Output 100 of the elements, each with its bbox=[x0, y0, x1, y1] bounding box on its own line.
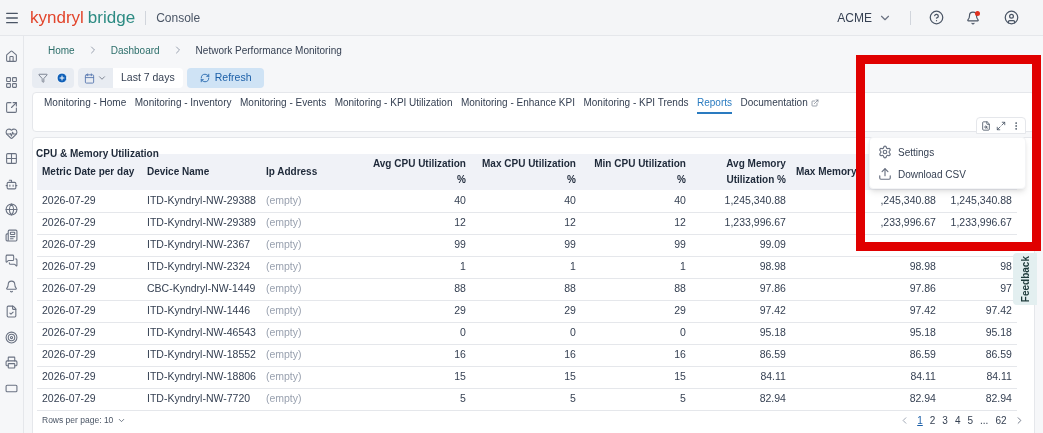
bell-icon[interactable] bbox=[5, 279, 18, 293]
table-cell: 2026-07-29 bbox=[42, 260, 96, 273]
table-cell: 29 bbox=[454, 304, 466, 317]
table-cell: 97.42 bbox=[985, 304, 1012, 317]
table-cell: (empty) bbox=[265, 216, 302, 229]
table-cell: 1,245,340.88 bbox=[724, 193, 786, 206]
table-cell: 97.86 bbox=[909, 282, 936, 295]
table-cell: ITD-Kyndryl-NW-29388 bbox=[147, 193, 256, 206]
table-cell: 1,245,340.88 bbox=[950, 193, 1012, 206]
preview-icon[interactable] bbox=[981, 120, 991, 131]
tab[interactable]: Monitoring - Home bbox=[44, 95, 127, 114]
table-cell: 2026-07-29 bbox=[42, 238, 96, 251]
page-button[interactable]: 5 bbox=[963, 413, 977, 428]
document-icon[interactable] bbox=[5, 228, 18, 242]
table-cell: (empty) bbox=[265, 326, 302, 339]
heart-icon[interactable] bbox=[5, 126, 18, 140]
table-cell: 15 bbox=[674, 370, 686, 383]
table-cell: 5 bbox=[570, 392, 576, 405]
table-title: CPU & Memory Utilization bbox=[36, 148, 159, 159]
breadcrumb-link[interactable]: Dashboard bbox=[110, 42, 160, 58]
table-cell: 86.59 bbox=[909, 348, 936, 361]
home-icon[interactable] bbox=[5, 50, 18, 63]
table-cell: (empty) bbox=[265, 238, 302, 251]
expand-icon[interactable] bbox=[996, 120, 1006, 131]
help-icon[interactable] bbox=[929, 10, 944, 25]
tab[interactable]: Monitoring - Events bbox=[240, 95, 327, 114]
date-range-picker[interactable]: Last 7 days bbox=[78, 68, 183, 88]
table-cell: ITD-Kyndryl-NW-2324 bbox=[147, 260, 251, 273]
column-header: Avg CPU Utilization % bbox=[372, 158, 466, 185]
user-icon[interactable] bbox=[1004, 10, 1019, 25]
table-cell: 2026-07-29 bbox=[42, 216, 96, 229]
table-cell: 40 bbox=[454, 193, 466, 206]
tab[interactable]: Reports bbox=[696, 95, 732, 114]
page-button[interactable]: 4 bbox=[951, 413, 964, 428]
table-cell: 97 bbox=[1000, 282, 1012, 295]
target-icon[interactable] bbox=[5, 330, 18, 344]
upload-icon bbox=[878, 167, 892, 181]
table-cell: 12 bbox=[564, 216, 576, 229]
chevron-icon bbox=[97, 73, 107, 83]
table-cell: 0 bbox=[570, 326, 576, 339]
table-cell: 86.59 bbox=[985, 348, 1012, 361]
table-cell: 98.98 bbox=[759, 260, 786, 273]
table-cell: 95.18 bbox=[985, 326, 1012, 339]
table-cell: 29 bbox=[564, 304, 576, 317]
page-button[interactable]: 62 bbox=[991, 413, 1010, 428]
grid-icon[interactable] bbox=[5, 152, 18, 165]
table-cell: 1 bbox=[680, 260, 686, 273]
table-cell: ITD-Kyndryl-NW-18552 bbox=[147, 348, 256, 361]
menu-item[interactable]: Download CSV bbox=[870, 163, 1025, 185]
table-cell: (empty) bbox=[265, 348, 302, 361]
tab[interactable]: Documentation bbox=[740, 95, 819, 114]
table-cell: 16 bbox=[454, 348, 466, 361]
printer-icon[interactable] bbox=[5, 356, 18, 369]
column-header: Avg Memory Utilization % bbox=[726, 158, 786, 185]
table-cell: ITD-Kyndryl-NW-1446 bbox=[147, 304, 251, 317]
table-cell: 40 bbox=[674, 193, 686, 206]
table-cell: (empty) bbox=[265, 304, 302, 317]
table-cell: 2026-07-29 bbox=[42, 304, 96, 317]
page-button[interactable]: ... bbox=[976, 413, 992, 428]
table-cell: 15 bbox=[454, 370, 466, 383]
menu-item[interactable]: Settings bbox=[870, 141, 1025, 163]
file-icon[interactable] bbox=[5, 305, 18, 318]
column-header: Max Memory bbox=[795, 166, 857, 177]
feedback-tab[interactable]: Feedback bbox=[1013, 253, 1037, 305]
table-cell: (empty) bbox=[265, 260, 302, 273]
table-cell: ,245,340.88 bbox=[880, 193, 936, 206]
chat-icon[interactable] bbox=[5, 254, 18, 267]
rows-per-page-dropdown[interactable]: Rows per page: 10 bbox=[42, 414, 127, 427]
account-dropdown[interactable]: ACME bbox=[837, 8, 892, 27]
breadcrumb-link[interactable]: Home bbox=[48, 42, 75, 58]
table-cell: ITD-Kyndryl-NW-29389 bbox=[147, 216, 256, 229]
column-header: Metric Date per day bbox=[42, 166, 135, 177]
table-cell: CBC-Kyndryl-NW-1449 bbox=[147, 282, 256, 295]
table-cell: ITD-Kyndryl-NW-7720 bbox=[147, 392, 251, 405]
tab[interactable]: Monitoring - Enhance KPI bbox=[460, 95, 575, 114]
tab[interactable]: Monitoring - KPI Utilization bbox=[334, 95, 453, 114]
table-cell: 99 bbox=[454, 238, 466, 251]
bell-icon[interactable] bbox=[966, 10, 980, 25]
tab[interactable]: Monitoring - Inventory bbox=[134, 95, 232, 114]
column-header: Max CPU Utilization % bbox=[482, 158, 576, 185]
table-cell: 98.98 bbox=[909, 260, 936, 273]
table-cell: 16 bbox=[674, 348, 686, 361]
add-icon[interactable] bbox=[56, 72, 68, 84]
export-icon[interactable] bbox=[5, 101, 18, 114]
filter-icon[interactable] bbox=[38, 73, 48, 83]
grid-icon[interactable] bbox=[5, 75, 18, 89]
page-button[interactable]: 1 bbox=[913, 413, 927, 428]
table-cell: 5 bbox=[680, 392, 686, 405]
robot-icon[interactable] bbox=[5, 177, 18, 191]
page-button[interactable]: 2 bbox=[926, 413, 939, 428]
table-cell: 88 bbox=[564, 282, 576, 295]
calendar-icon bbox=[84, 72, 95, 84]
table-cell: 2026-07-29 bbox=[42, 392, 96, 405]
table-cell: (empty) bbox=[265, 282, 302, 295]
refresh-button[interactable]: Refresh bbox=[186, 68, 265, 88]
table-cell: 84.11 bbox=[986, 370, 1012, 383]
logo[interactable]: kyndryl bridge bbox=[30, 9, 136, 26]
page-button[interactable]: 3 bbox=[938, 413, 952, 428]
tab[interactable]: Monitoring - KPI Trends bbox=[583, 95, 689, 114]
globe-icon[interactable] bbox=[5, 203, 18, 216]
